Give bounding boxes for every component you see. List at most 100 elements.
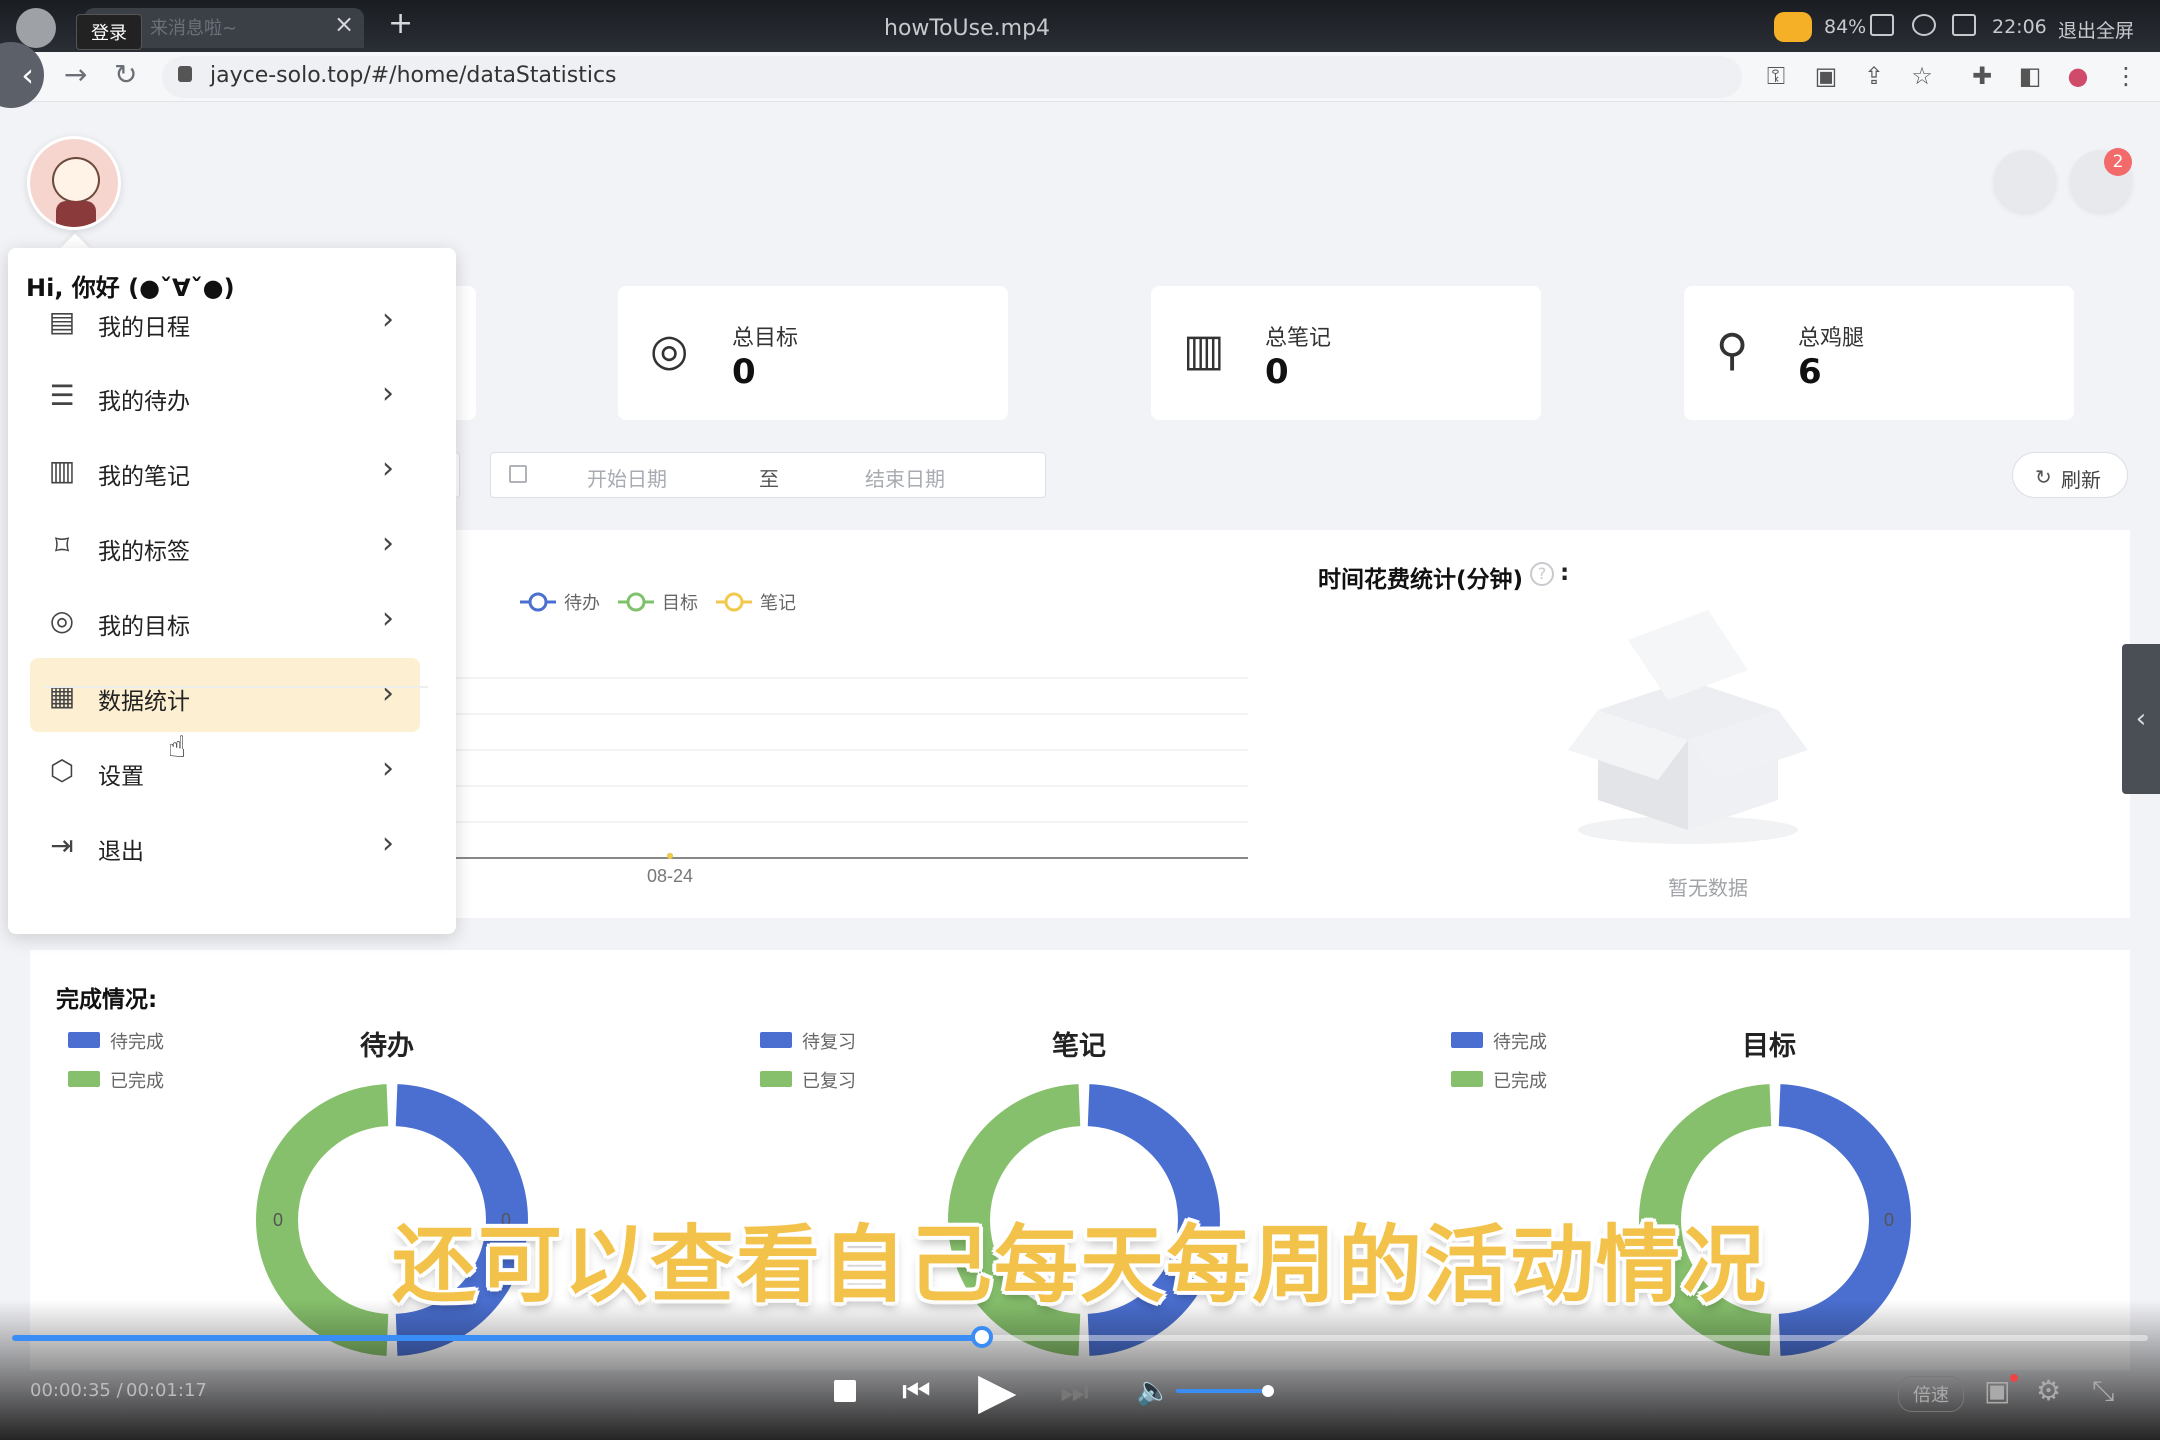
date-range-picker[interactable]: 开始日期 至 结束日期 [490,452,1046,498]
start-date-input[interactable]: 开始日期 [587,463,667,492]
battery-level: 84% [1824,16,1867,38]
collapse-handle-icon[interactable]: ‹ [2122,644,2160,794]
reload-icon[interactable]: ↻ [114,58,137,91]
notebook-icon: ▥ [1183,325,1225,376]
stat-value: 6 [1798,352,1822,392]
menu-item-checklist[interactable]: ☰ 我的待办 › [30,358,420,432]
stop-icon[interactable] [834,1380,856,1402]
exit-fullscreen-icon[interactable]: ⤡ [2092,1374,2114,1408]
play-icon[interactable]: ▶ [978,1362,1016,1420]
volume-icon[interactable]: 🔈 [1136,1374,1171,1407]
extensions-icon[interactable]: ✚ [1970,64,1994,88]
chevron-right-icon: › [382,676,394,711]
time-panel-colon: : [1560,560,1570,586]
lock-icon [178,66,192,82]
avatar[interactable] [27,136,121,230]
menu-item-logout[interactable]: ⇥ 退出 › [30,808,420,882]
chevron-right-icon: › [382,601,394,636]
stat-card-notes: ▥ 总笔记 0 [1151,286,1541,420]
current-time: 00:00:35 / [30,1380,123,1401]
player-controls-bar [0,1300,2160,1440]
data-point-笔记[interactable] [667,853,673,859]
avatar-face [52,157,100,203]
target-icon: ◎ [650,325,689,376]
translate-icon[interactable]: ▣ [1814,64,1838,88]
stat-value: 0 [732,352,756,392]
progress-fill [12,1335,982,1341]
exit-fullscreen-button[interactable]: 退出全屏 [2058,16,2134,43]
notification-badge: 2 [2104,148,2132,176]
login-tooltip: 登录 [76,14,142,50]
tab-close-icon[interactable]: × [334,10,354,38]
new-tab-icon[interactable]: + [388,6,413,41]
gift-icon[interactable]: ▣ [1984,1374,2010,1407]
menu-item-label: 我的笔记 [98,464,190,490]
menu-item-calendar[interactable]: ▤ 我的日程 › [30,284,420,358]
profile-icon[interactable]: ● [2066,64,2090,88]
help-icon[interactable]: ? [1530,562,1554,586]
menu-item-bookmark[interactable]: ⌑ 我的标签 › [30,508,420,582]
more-menu-icon[interactable]: ⋮ [2114,64,2138,88]
empty-box-illustration [1568,610,1808,844]
settings-icon: ⬡ [49,754,75,787]
chevron-right-icon: › [382,826,394,861]
end-date-input[interactable]: 结束日期 [865,463,945,492]
stat-card-drumsticks: ⚲ 总鸡腿 6 [1684,286,2074,420]
volume-handle[interactable] [1262,1385,1274,1397]
progress-handle[interactable] [970,1326,993,1348]
hand-cursor-icon: ☝ [168,730,187,765]
chevron-right-icon: › [382,376,394,411]
share-icon[interactable]: ⇪ [1862,64,1886,88]
chevron-right-icon: › [382,451,394,486]
planet-icon[interactable] [1994,150,2056,212]
gift-dot [2010,1374,2018,1382]
battery-icon [1870,14,1894,36]
volume-slider[interactable] [1176,1389,1268,1393]
chart-icon: ▦ [48,679,76,712]
user-menu: Hi, 你好 (●ˇ∀ˇ●) ▤ 我的日程 › ☰ 我的待办 › ▥ 我的笔记 › ⌑ 我的标签 › ◎… [8,248,456,934]
refresh-icon: ↻ [2035,465,2052,489]
menu-item-label: 我的日程 [98,315,190,341]
next-icon[interactable]: ⏭ [1060,1372,1089,1411]
menu-item-notebook[interactable]: ▥ 我的笔记 › [30,433,420,507]
refresh-label: 刷新 [2061,468,2101,492]
menu-item-chart[interactable]: ▦ 数据统计 › [30,658,420,732]
star-icon[interactable]: ☆ [1910,64,1934,88]
pin-icon[interactable] [1912,14,1936,36]
legend-label: 目标 [662,593,698,613]
legend-label: 笔记 [760,593,796,613]
total-time: 00:01:17 [126,1380,207,1401]
menu-divider [44,686,428,688]
stat-value: 0 [1265,352,1289,392]
gamepad-icon [1774,12,1812,42]
chevron-right-icon: › [382,526,394,561]
key-icon[interactable]: ⚿ [1764,64,1788,88]
empty-state-text: 暂无数据 [1668,876,1748,900]
sidebar-icon[interactable]: ◧ [2018,64,2042,88]
stat-label: 总笔记 [1265,326,1332,351]
url-text[interactable]: jayce-solo.top/#/home/dataStatistics [210,63,617,88]
drumstick-icon: ⚲ [1716,325,1749,376]
time-panel-title: 时间花费统计(分钟) [1318,567,1524,593]
forward-arrow-icon[interactable]: → [64,58,87,91]
menu-item-settings[interactable]: ⬡ 设置 › [30,733,420,807]
refresh-button[interactable]: ↻ 刷新 [2012,452,2128,498]
chevron-right-icon: › [382,302,394,337]
settings-gear-icon[interactable]: ⚙ [2036,1374,2061,1407]
x-tick-label: 08-24 [647,866,693,886]
stat-card-goals: ◎ 总目标 0 [618,286,1008,420]
calendar-icon [509,465,527,483]
menu-item-label: 我的标签 [98,539,190,565]
checklist-icon: ☰ [49,379,75,412]
browser-logo-icon [16,8,56,48]
legend-item[interactable]: 目标 [618,592,698,613]
speed-button[interactable]: 倍速 [1898,1376,1964,1412]
notebook-icon: ▥ [48,454,76,487]
menu-item-target[interactable]: ◎ 我的目标 › [30,583,420,657]
legend-item[interactable]: 待办 [520,592,600,613]
previous-icon[interactable]: ⏮ [902,1372,931,1411]
legend-item[interactable]: 笔记 [716,592,796,613]
menu-item-label: 我的目标 [98,614,190,640]
menu-item-label: 设置 [98,764,144,790]
folder-icon[interactable] [1952,14,1976,36]
